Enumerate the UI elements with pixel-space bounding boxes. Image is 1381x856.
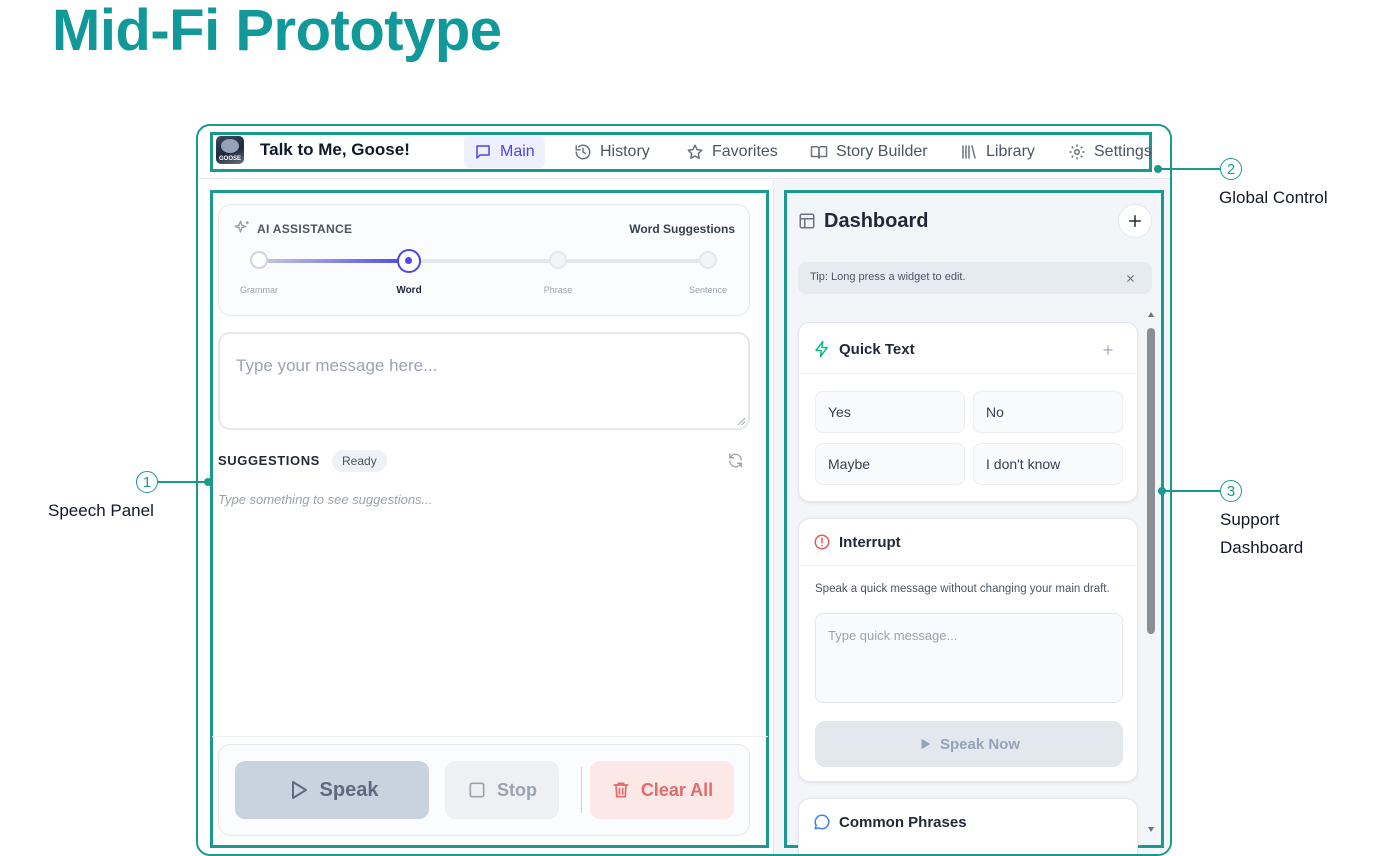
plus-icon[interactable] xyxy=(1101,343,1115,357)
annotation-label-1: Speech Panel xyxy=(48,501,154,520)
app-logo-text: GOOSE xyxy=(218,156,241,162)
layout-icon xyxy=(799,213,815,229)
trash-icon xyxy=(613,782,629,798)
tip-banner: Tip: Long press a widget to edit. xyxy=(798,262,1152,294)
message-input[interactable]: Type your message here... xyxy=(218,332,750,430)
interrupt-description: Speak a quick message without changing y… xyxy=(815,583,1110,595)
annotation-connector-3 xyxy=(1164,490,1220,492)
add-widget-button[interactable] xyxy=(1118,204,1152,238)
slider-step-grammar[interactable] xyxy=(250,251,268,269)
annotation-label-3-line2: Dashboard xyxy=(1220,538,1304,557)
book-open-icon xyxy=(810,146,828,159)
scrollbar-thumb[interactable] xyxy=(1147,328,1155,634)
clear-all-button-label: Clear All xyxy=(640,779,714,800)
slider-label-word: Word xyxy=(396,285,422,296)
tab-library-label: Library xyxy=(986,143,1035,160)
suggestions-label: SUGGESTIONS xyxy=(218,453,320,468)
interrupt-divider xyxy=(799,565,1137,566)
slider-label-sentence: Sentence xyxy=(688,285,728,295)
stop-button[interactable]: Stop xyxy=(445,761,559,819)
ai-assistance-label: AI ASSISTANCE xyxy=(257,222,353,236)
quick-text-widget[interactable]: Quick Text Yes No Maybe I don't know xyxy=(798,322,1138,502)
slider-step-sentence[interactable] xyxy=(699,251,717,269)
annotation-label-2: Global Control xyxy=(1219,188,1328,207)
chat-bubble-icon xyxy=(814,814,830,830)
interrupt-title: Interrupt xyxy=(839,534,901,551)
quick-message-input[interactable]: Type quick message... xyxy=(815,613,1123,703)
tab-history-label: History xyxy=(600,143,650,160)
slider-fill xyxy=(259,259,409,263)
button-separator xyxy=(581,767,582,813)
common-phrases-widget[interactable]: Common Phrases xyxy=(798,798,1138,854)
play-icon xyxy=(921,738,931,750)
slider-label-grammar: Grammar xyxy=(240,285,278,295)
speech-bottom-divider xyxy=(212,736,768,737)
message-square-icon xyxy=(476,145,490,159)
quick-text-item[interactable]: Maybe xyxy=(815,443,965,485)
sparkles-icon xyxy=(234,220,249,233)
mode-label: Word Suggestions xyxy=(629,222,735,236)
clear-all-button[interactable]: Clear All xyxy=(590,761,734,819)
speak-button[interactable]: Speak xyxy=(235,761,429,819)
app-logo: GOOSE xyxy=(216,136,244,164)
annotation-connector-2 xyxy=(1160,168,1220,170)
tab-main[interactable]: Main xyxy=(464,136,545,168)
annotation-number-1: 1 xyxy=(136,471,158,493)
alert-circle-icon xyxy=(814,534,830,550)
annotation-number-2: 2 xyxy=(1220,158,1242,180)
quick-text-divider xyxy=(799,373,1137,374)
tab-favorites[interactable]: Favorites xyxy=(676,136,788,168)
speak-button-label: Speak xyxy=(319,778,379,801)
ai-assistance-card: AI ASSISTANCE Word Suggestions Grammar W… xyxy=(218,204,750,316)
quick-message-placeholder: Type quick message... xyxy=(828,628,958,643)
slider-step-word[interactable] xyxy=(397,249,421,273)
suggestions-status-badge: Ready xyxy=(332,450,387,472)
dashboard-title: Dashboard xyxy=(824,210,929,232)
app-name: Talk to Me, Goose! xyxy=(260,140,410,159)
quick-text-item[interactable]: I don't know xyxy=(973,443,1123,485)
resize-handle-icon xyxy=(737,417,746,426)
dashboard-scrollbar[interactable] xyxy=(1146,312,1156,832)
interrupt-widget[interactable]: Interrupt Speak a quick message without … xyxy=(798,518,1138,782)
annotation-connector-1 xyxy=(158,481,206,483)
speak-now-label: Speak Now xyxy=(939,735,1021,753)
tab-settings-label: Settings xyxy=(1094,143,1152,160)
app-window: GOOSE Talk to Me, Goose! Main History Fa… xyxy=(196,124,1172,856)
tab-favorites-label: Favorites xyxy=(712,143,778,160)
annotation-label-3-line1: Support xyxy=(1220,510,1280,529)
page-title: Mid-Fi Prototype xyxy=(52,0,502,63)
message-input-placeholder: Type your message here... xyxy=(236,356,438,375)
tab-story-builder-label: Story Builder xyxy=(836,143,928,160)
close-icon[interactable] xyxy=(1125,273,1136,284)
tab-settings[interactable]: Settings xyxy=(1058,136,1162,168)
speak-now-button[interactable]: Speak Now xyxy=(815,721,1123,767)
star-icon xyxy=(687,144,703,159)
gear-icon xyxy=(1069,144,1085,160)
quick-text-item[interactable]: Yes xyxy=(815,391,965,433)
tab-main-label: Main xyxy=(500,143,535,160)
library-icon xyxy=(962,145,976,159)
common-phrases-title: Common Phrases xyxy=(839,814,967,831)
stop-square-icon xyxy=(469,782,485,798)
annotation-dot-1 xyxy=(204,478,212,486)
tip-text: Tip: Long press a widget to edit. xyxy=(810,271,966,283)
speech-button-bar: Speak Stop Clear All xyxy=(218,744,750,836)
tab-history[interactable]: History xyxy=(564,136,660,168)
plus-icon xyxy=(1129,215,1141,227)
lightning-icon xyxy=(815,340,828,358)
slider-label-phrase: Phrase xyxy=(543,285,573,295)
quick-text-item[interactable]: No xyxy=(973,391,1123,433)
suggestions-hint: Type something to see suggestions... xyxy=(218,492,433,507)
stop-button-label: Stop xyxy=(497,779,537,800)
annotation-number-3: 3 xyxy=(1220,480,1242,502)
slider-step-phrase[interactable] xyxy=(549,251,567,269)
tab-story-builder[interactable]: Story Builder xyxy=(800,136,938,168)
refresh-icon[interactable] xyxy=(727,452,744,469)
history-icon xyxy=(575,144,591,160)
play-icon xyxy=(291,781,307,799)
tab-library[interactable]: Library xyxy=(950,136,1045,168)
quick-text-title: Quick Text xyxy=(839,341,915,358)
